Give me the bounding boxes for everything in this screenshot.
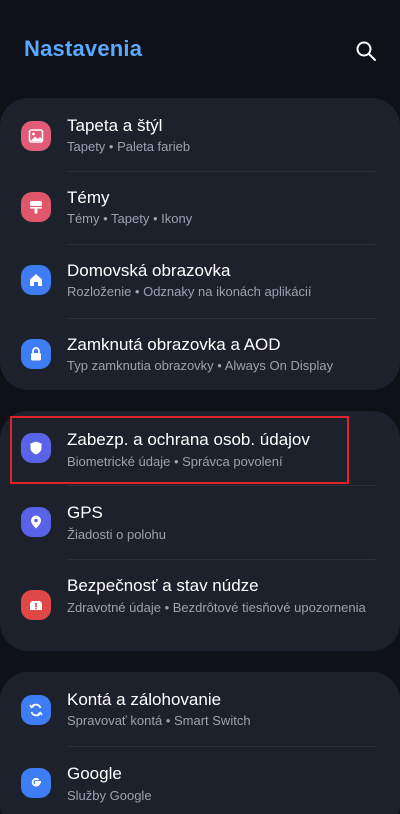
settings-item-accounts-backup[interactable]: Kontá a zálohovanie Spravovať kontá • Sm… <box>0 672 400 745</box>
item-title: Zabezp. a ochrana osob. údajov <box>67 430 310 449</box>
location-pin-icon <box>21 507 51 537</box>
themes-icon <box>21 192 51 222</box>
settings-item-safety-emergency[interactable]: Bezpečnosť a stav núdze Zdravotné údaje … <box>0 560 400 651</box>
settings-item-gps[interactable]: GPS Žiadosti o polohu <box>0 486 400 559</box>
header: Nastavenia <box>0 0 400 100</box>
settings-group-display: Tapeta a štýl Tapety • Paleta farieb Tém… <box>0 98 400 390</box>
item-subtitle: Žiadosti o polohu <box>67 527 167 542</box>
settings-item-home-screen[interactable]: Domovská obrazovka Rozloženie • Odznaky … <box>0 245 400 318</box>
item-title: Témy <box>67 188 110 207</box>
item-subtitle: Biometrické údaje • Správca povolení <box>67 454 283 469</box>
settings-item-security-privacy[interactable]: Zabezp. a ochrana osob. údajov Biometric… <box>0 411 400 484</box>
search-button[interactable] <box>352 37 380 65</box>
settings-item-google[interactable]: Google Služby Google <box>0 747 400 814</box>
wallpaper-icon <box>21 121 51 151</box>
item-subtitle: Tapety • Paleta farieb <box>67 139 191 154</box>
sync-icon <box>21 695 51 725</box>
google-icon <box>21 768 51 798</box>
settings-screen: Nastavenia Tapeta a štýl Tapety • Paleta… <box>0 0 400 814</box>
item-subtitle: Služby Google <box>67 788 152 803</box>
item-title: Tapeta a štýl <box>67 116 163 135</box>
emergency-icon <box>21 590 51 620</box>
settings-item-lock-screen[interactable]: Zamknutá obrazovka a AOD Typ zamknutia o… <box>0 319 400 390</box>
lock-icon <box>21 339 51 369</box>
settings-group-security: Zabezp. a ochrana osob. údajov Biometric… <box>0 411 400 651</box>
item-title: Bezpečnosť a stav núdze <box>67 576 259 595</box>
item-subtitle: Rozloženie • Odznaky na ikonách aplikáci… <box>67 284 312 299</box>
item-title: GPS <box>67 503 103 522</box>
item-title: Google <box>67 764 122 783</box>
page-title: Nastavenia <box>24 36 143 61</box>
home-icon <box>21 265 51 295</box>
settings-item-wallpaper[interactable]: Tapeta a štýl Tapety • Paleta farieb <box>0 98 400 171</box>
shield-icon <box>21 433 51 463</box>
search-icon <box>356 41 376 61</box>
item-title: Zamknutá obrazovka a AOD <box>67 335 281 354</box>
item-subtitle: Typ zamknutia obrazovky • Always On Disp… <box>67 358 334 373</box>
item-title: Kontá a zálohovanie <box>67 690 222 709</box>
item-subtitle: Témy • Tapety • Ikony <box>67 211 193 226</box>
settings-item-themes[interactable]: Témy Témy • Tapety • Ikony <box>0 172 400 245</box>
settings-group-accounts: Kontá a zálohovanie Spravovať kontá • Sm… <box>0 672 400 814</box>
item-subtitle: Zdravotné údaje • Bezdrôtové tiesňové up… <box>67 600 366 615</box>
item-title: Domovská obrazovka <box>67 261 231 280</box>
item-subtitle: Spravovať kontá • Smart Switch <box>67 713 251 728</box>
